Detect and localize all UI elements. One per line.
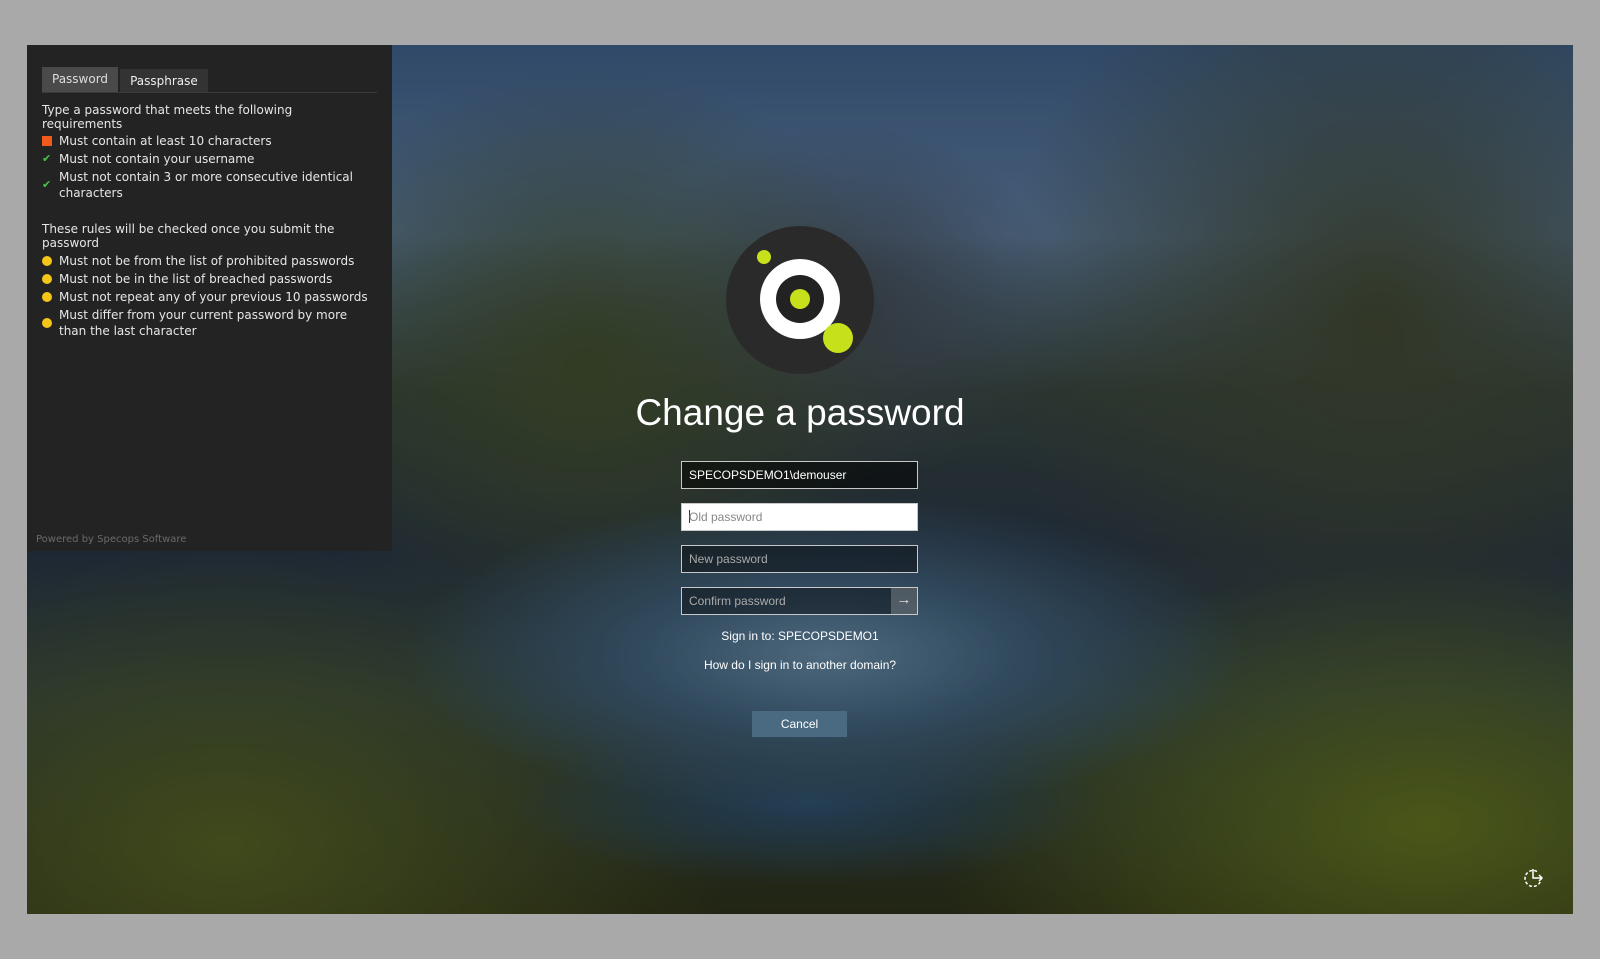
ease-of-access-icon[interactable] — [1521, 866, 1545, 890]
page-title: Change a password — [635, 392, 965, 433]
list-item: Must contain at least 10 characters — [42, 133, 372, 149]
rule-text: Must not be in the list of breached pass… — [59, 272, 333, 286]
rule-text: Must not contain 3 or more consecutive i… — [59, 170, 353, 200]
tab-password[interactable]: Password — [42, 67, 119, 92]
rule-text: Must contain at least 10 characters — [59, 134, 272, 148]
list-item: Must not be from the list of prohibited … — [42, 253, 372, 269]
rule-text: Must not repeat any of your previous 10 … — [59, 290, 368, 304]
password-requirements-panel: Password Passphrase Type a password that… — [27, 45, 392, 551]
submit-arrow-button[interactable]: → — [891, 588, 917, 614]
pending-dot-icon — [42, 274, 52, 284]
confirm-password-input[interactable]: Confirm password → — [681, 587, 918, 615]
sign-in-to-label: Sign in to: SPECOPSDEMO1 — [721, 629, 879, 643]
placeholder: Confirm password — [689, 594, 786, 608]
list-item: Must not be in the list of breached pass… — [42, 271, 372, 287]
list-item: ✔ Must not contain 3 or more consecutive … — [42, 169, 372, 201]
cancel-button[interactable]: Cancel — [752, 711, 847, 737]
placeholder: New password — [689, 552, 768, 566]
pending-dot-icon — [42, 318, 52, 328]
pending-dot-icon — [42, 256, 52, 266]
requirements-list: Must contain at least 10 characters ✔ Mus… — [42, 133, 372, 203]
rule-text: Must not contain your username — [59, 152, 255, 166]
arrow-right-icon: → — [896, 591, 912, 608]
check-icon: ✔ — [42, 152, 52, 165]
tab-passphrase[interactable]: Passphrase — [120, 69, 208, 92]
pending-dot-icon — [42, 292, 52, 302]
old-password-input[interactable]: Old password — [681, 503, 918, 531]
rule-text: Must differ from your current password b… — [59, 308, 348, 338]
username-field[interactable]: SPECOPSDEMO1\demouser — [681, 461, 918, 489]
list-item: Must not repeat any of your previous 10 … — [42, 289, 372, 305]
list-item: ✔ Must not contain your username — [42, 151, 372, 167]
powered-by: Powered by Specops Software — [36, 534, 187, 545]
failed-square-icon — [42, 136, 52, 146]
rule-text: Must not be from the list of prohibited … — [59, 254, 355, 268]
list-item: Must differ from your current password b… — [42, 307, 372, 339]
specops-logo — [726, 226, 874, 374]
placeholder: Old password — [689, 510, 763, 524]
submit-rules-list: Must not be from the list of prohibited … — [42, 253, 372, 341]
new-password-input[interactable]: New password — [681, 545, 918, 573]
check-icon: ✔ — [42, 178, 52, 191]
other-domain-link[interactable]: How do I sign in to another domain? — [0, 658, 1600, 672]
submit-rules-note: These rules will be checked once you sub… — [42, 222, 335, 250]
requirements-intro: Type a password that meets the following… — [42, 103, 293, 131]
tab-bar: Password Passphrase — [42, 67, 377, 93]
